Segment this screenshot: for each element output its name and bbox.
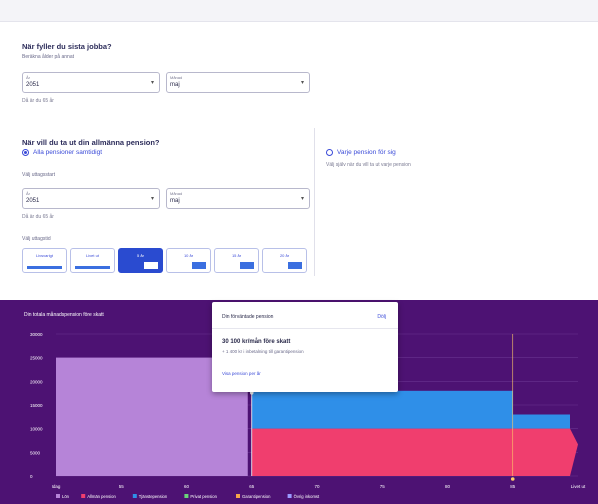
retirement-question-title: När fyller du sista jobba? [22,42,112,51]
y-tick-label: 5000 [30,450,41,455]
start-month-select[interactable]: Månad maj ▾ [166,188,310,209]
y-tick-label: 10000 [30,427,43,432]
withdrawal-question-title: När vill du ta ut din allmänna pension? [22,138,160,147]
radio-each-label: Varje pension för sig [337,149,396,156]
x-tick-label: Livet ut [571,484,586,489]
legend-swatch [184,494,189,498]
period-tile-label: Livet ut [86,253,99,258]
chevron-down-icon: ▾ [150,196,154,202]
x-tick-label: 75 [380,484,386,489]
x-tick-label: 55 [119,484,125,489]
series-occupational-tail [512,414,570,429]
occupational-end-dot [510,477,515,481]
legend-label: Garantipension [242,494,271,499]
retirement-year-select[interactable]: År 2051 ▾ [22,72,160,93]
withdrawal-period-options: Livsvarigt Livet ut 5 år 10 år 15 år 20 … [22,248,307,273]
legend-label: Tjänstepension [139,494,168,499]
period-bar-icon [144,262,158,269]
chart-title: Din totala månadspension före skatt [24,311,104,318]
y-tick-label: 15000 [30,403,43,408]
top-bar [0,0,598,22]
period-tile[interactable]: Livet ut [70,248,115,273]
popup-subtext: + 1 400 kr i inbetalning till garantipen… [222,349,304,354]
legend-swatch [236,494,240,498]
period-tile-label: Livsvarigt [36,253,53,258]
year-label: År [26,191,30,196]
period-tile[interactable]: 20 år [262,248,307,273]
y-tick-label: 30000 [30,332,43,337]
x-tick-label: Idag [52,484,61,489]
year-value: 2051 [26,198,40,204]
period-tile-selected[interactable]: 5 år [118,248,163,273]
retirement-age-hint: Då är du 65 år [22,98,54,104]
period-bar-icon [192,262,206,269]
popup-yearly-link[interactable]: Visa pension per år [222,371,261,376]
month-label: Månad [170,191,183,196]
x-tick-label: 70 [314,484,320,489]
period-label: Välj uttagstid [22,236,51,242]
radio-each-hint: Välj själv när du vill ta ut varje pensi… [326,162,411,168]
legend-swatch [81,494,86,498]
radio-each-pension[interactable]: Varje pension för sig [326,149,396,156]
chevron-down-icon: ▾ [300,80,304,86]
year-value: 2051 [26,82,40,88]
x-tick-label: 80 [445,484,451,489]
radio-all-label: Alla pensioner samtidigt [33,149,103,156]
pension-popup: Din förväntade pension Dölj 30 100 kr/må… [212,302,398,392]
radio-unselected-icon [326,149,333,156]
radio-selected-icon [22,149,29,156]
legend-label: Privat pension [190,494,217,499]
legend-label: Allmän pension [87,494,116,499]
month-value: maj [170,198,180,204]
period-tile-label: 15 år [231,253,242,258]
chevron-down-icon: ▾ [150,80,154,86]
y-tick-label: 0 [30,474,33,479]
x-tick-label: 85 [510,484,516,489]
month-value: maj [170,82,180,88]
column-divider [314,128,315,276]
legend-label: Övrig inkomst [294,494,320,499]
period-bar-icon [240,262,254,269]
x-tick-label: 65 [249,484,255,489]
period-tile[interactable]: 10 år [166,248,211,273]
legend-label: Lön [62,494,70,499]
y-tick-label: 20000 [30,379,43,384]
period-bar-icon [27,266,62,269]
legend-swatch [56,494,60,498]
period-tile[interactable]: 15 år [214,248,259,273]
year-label: År [26,75,30,80]
start-age-hint: Då är du 65 år [22,214,54,220]
chevron-down-icon: ▾ [300,196,304,202]
popup-title: Din förväntade pension [222,314,274,320]
period-bar-icon [75,266,110,269]
legend-swatch [132,494,137,498]
period-bar-icon [288,262,302,269]
y-tick-label: 25000 [30,356,43,361]
month-label: Månad [170,75,183,80]
popup-hide-button[interactable]: Dölj [377,314,386,320]
series-general [251,428,578,476]
legend-swatch [287,494,292,498]
popup-divider [212,328,398,329]
start-year-select[interactable]: År 2051 ▾ [22,188,160,209]
x-tick-label: 60 [184,484,190,489]
period-tile-label: 10 år [183,253,194,258]
popup-amount: 30 100 kr/mån före skatt [222,339,291,345]
radio-all-pensions[interactable]: Alla pensioner samtidigt [22,149,102,156]
retirement-month-select[interactable]: Månad maj ▾ [166,72,310,93]
series-occupational [251,390,513,429]
start-label: Välj uttagsstart [22,172,56,178]
period-tile-label: 20 år [279,253,290,258]
retirement-help-link[interactable]: Beräkna ålder på annat [22,54,74,60]
period-tile-label: 5 år [137,253,144,258]
period-tile[interactable]: Livsvarigt [22,248,67,273]
